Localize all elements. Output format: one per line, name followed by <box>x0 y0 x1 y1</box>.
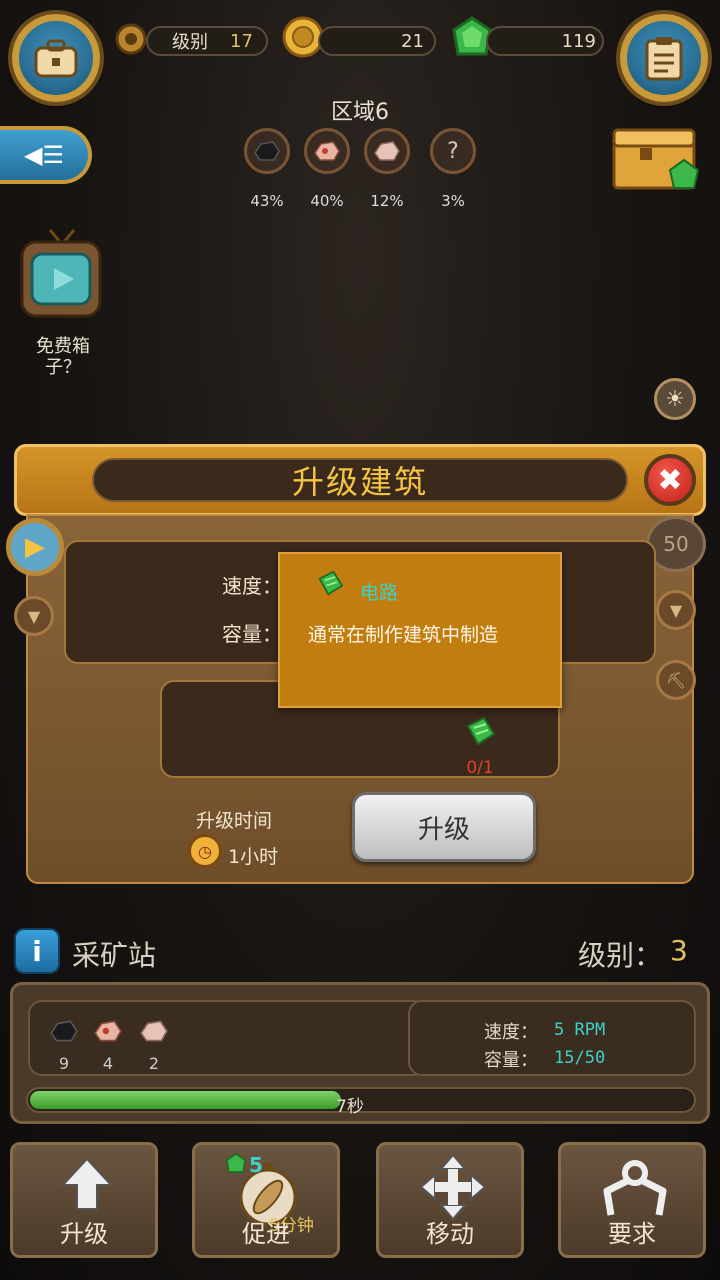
left-down-button[interactable]: ▼ <box>14 596 54 636</box>
level-value: 17 <box>230 30 253 52</box>
info-button[interactable]: i <box>14 928 60 974</box>
ore-percent: 40% <box>310 192 344 210</box>
arrow-up-icon <box>60 1157 114 1210</box>
green-gem-icon <box>225 1153 247 1175</box>
coin-pill: 21 <box>318 26 436 56</box>
require-action-button[interactable]: 要求 <box>558 1142 706 1258</box>
ore-count: 4 <box>102 1054 114 1073</box>
play-icon: ▶ <box>25 532 45 562</box>
briefcase-icon <box>34 39 78 78</box>
copper-ore-icon <box>92 1018 124 1044</box>
station-speed-label: 速度： <box>484 1022 538 1043</box>
sun-icon: ☀ <box>665 386 685 412</box>
free-box-label: 免费箱 子？ <box>36 336 90 378</box>
treasure-chest-button[interactable] <box>610 124 702 196</box>
station-capacity-value: 15/50 <box>554 1048 606 1068</box>
menu-list-icon: ◀☰ <box>24 141 64 169</box>
tooltip-item-name: 电路 <box>360 582 399 604</box>
boost-gem-cost: 5 <box>249 1153 263 1177</box>
gem-pill: 119 <box>486 26 604 56</box>
station-speed-value: 5 RPM <box>554 1020 606 1040</box>
coin-count: 21 <box>401 30 424 52</box>
ore-count: 9 <box>58 1054 70 1073</box>
pickaxe-icon: ⛏ <box>665 670 687 690</box>
speed-label: 速度： <box>222 574 282 598</box>
ore-count: 2 <box>148 1054 160 1073</box>
ore-percent: 43% <box>250 192 284 210</box>
circuit-item-icon[interactable] <box>464 716 496 746</box>
coal-ore-icon[interactable] <box>244 128 290 174</box>
production-progress-fill <box>30 1091 341 1109</box>
copper-ore-icon[interactable] <box>304 128 350 174</box>
close-icon: ✖ <box>657 462 683 498</box>
chest-icon <box>612 128 700 190</box>
crane-claw-icon <box>603 1160 667 1216</box>
quests-button[interactable] <box>620 14 708 102</box>
station-name: 采矿站 <box>72 939 157 972</box>
ore-storage-box <box>28 1000 428 1076</box>
iron-ore-icon <box>138 1018 170 1044</box>
pickaxe-button[interactable]: ⛏ <box>656 660 696 700</box>
zone-title: 区域6 <box>331 100 389 125</box>
move-action-button[interactable]: 移动 <box>376 1142 524 1258</box>
level-pill: 级别 17 <box>146 26 268 56</box>
move-arrows-icon <box>419 1153 487 1221</box>
close-button[interactable]: ✖ <box>644 454 696 506</box>
chevron-down-icon: ▼ <box>669 600 683 620</box>
capacity-label: 容量： <box>222 622 282 646</box>
production-timer: 7秒 <box>336 1097 364 1117</box>
unknown-ore-icon[interactable]: ? <box>430 128 476 174</box>
requirement-count: 0/1 <box>466 758 494 778</box>
free-box-tv-button[interactable] <box>20 226 102 322</box>
station-level-label: 级别： <box>578 939 663 972</box>
right-down-button[interactable]: ▼ <box>656 590 696 630</box>
menu-toggle-button[interactable]: ◀☰ <box>0 126 92 184</box>
gem-count: 119 <box>561 30 596 52</box>
upgrade-action-button[interactable]: 升级 <box>10 1142 158 1258</box>
upgrade-time-value: 1小时 <box>228 846 279 868</box>
sun-settings-button[interactable]: ☀ <box>654 378 696 420</box>
clock-icon: ◷ <box>188 834 222 868</box>
level-label: 级别 <box>172 32 208 53</box>
upgrade-confirm-button[interactable]: 升级 <box>352 792 536 862</box>
ore-percent: 12% <box>370 192 404 210</box>
play-button[interactable]: ▶ <box>6 518 64 576</box>
boost-action-button[interactable]: 5 5分钟 促进 <box>192 1142 340 1258</box>
coal-ore-icon <box>48 1018 80 1044</box>
station-level-value: 3 <box>670 934 688 967</box>
iron-ore-icon[interactable] <box>364 128 410 174</box>
toolbox-button[interactable] <box>12 14 100 102</box>
dialog-title: 升级建筑 <box>92 458 628 502</box>
circuit-icon <box>316 570 344 596</box>
tv-play-icon <box>20 229 102 318</box>
clipboard-icon <box>645 37 683 81</box>
tooltip-description: 通常在制作建筑中制造 <box>308 624 499 646</box>
ore-percent: 3% <box>441 192 465 210</box>
info-icon: i <box>32 934 42 968</box>
upgrade-time-label: 升级时间 <box>195 810 272 832</box>
chevron-down-icon: ▼ <box>27 606 41 626</box>
station-capacity-label: 容量： <box>484 1050 538 1071</box>
level-gear-icon <box>112 20 150 58</box>
station-stats-box <box>408 1000 696 1076</box>
